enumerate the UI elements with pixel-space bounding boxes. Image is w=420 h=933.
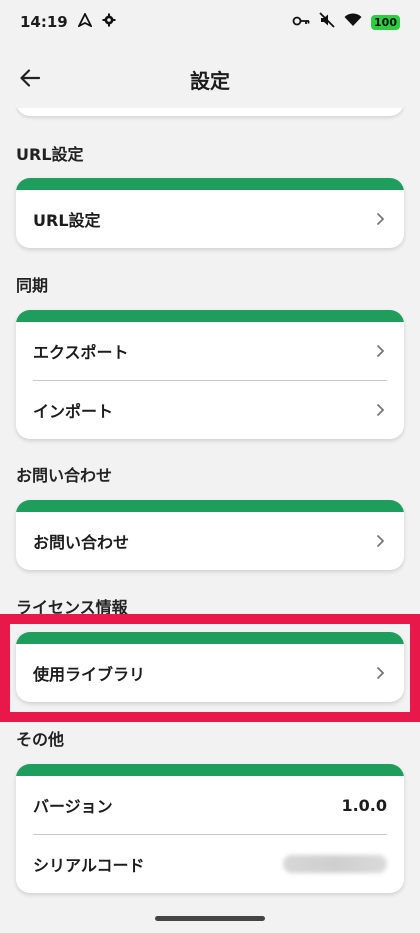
page-title: 設定 xyxy=(190,68,230,93)
status-bar: 14:19 100 xyxy=(0,0,420,44)
location-icon xyxy=(76,11,93,31)
card-accent-bar xyxy=(16,764,404,776)
highlight-frame xyxy=(0,614,420,722)
row-label: お問い合わせ xyxy=(33,533,130,552)
key-icon xyxy=(292,13,310,31)
chevron-right-icon xyxy=(373,212,387,226)
row-label: シリアルコード xyxy=(33,856,145,875)
row-label: バージョン xyxy=(33,797,113,816)
home-indicator[interactable] xyxy=(155,916,265,921)
mute-icon xyxy=(319,12,335,32)
card-accent-bar xyxy=(16,178,404,190)
previous-card-edge xyxy=(16,108,404,116)
row-label: インポート xyxy=(33,402,114,421)
row-url-settings[interactable]: URL設定 xyxy=(16,190,404,248)
section-title-other: その他 xyxy=(16,730,65,749)
row-version: バージョン 1.0.0 xyxy=(16,776,404,834)
wifi-icon xyxy=(344,13,362,31)
card-other: バージョン 1.0.0 シリアルコード xyxy=(16,764,404,893)
card-accent-bar xyxy=(16,310,404,322)
version-value: 1.0.0 xyxy=(341,795,387,815)
row-serial-code[interactable]: シリアルコード xyxy=(16,835,404,893)
settings-list[interactable]: URL設定 URL設定 同期 エクスポート インポート お問い合わせ お問い合わ… xyxy=(0,108,420,908)
serial-code-redacted xyxy=(283,855,387,873)
app-bar: 設定 xyxy=(0,44,420,114)
section-title-sync: 同期 xyxy=(16,276,49,295)
chevron-right-icon xyxy=(373,344,387,358)
card-contact: お問い合わせ xyxy=(16,500,404,570)
card-sync: エクスポート インポート xyxy=(16,310,404,439)
section-title-url: URL設定 xyxy=(16,145,84,164)
row-import[interactable]: インポート xyxy=(16,381,404,439)
section-title-contact: お問い合わせ xyxy=(16,466,113,485)
battery-icon: 100 xyxy=(371,14,400,30)
status-time: 14:19 xyxy=(20,13,68,31)
row-contact[interactable]: お問い合わせ xyxy=(16,512,404,570)
chevron-right-icon xyxy=(373,534,387,548)
row-label: エクスポート xyxy=(33,343,129,362)
back-arrow-icon[interactable] xyxy=(16,64,44,92)
chevron-right-icon xyxy=(373,403,387,417)
gear-icon xyxy=(102,13,116,31)
card-accent-bar xyxy=(16,500,404,512)
row-label: URL設定 xyxy=(33,211,101,230)
row-export[interactable]: エクスポート xyxy=(16,322,404,380)
card-url-settings: URL設定 xyxy=(16,178,404,248)
